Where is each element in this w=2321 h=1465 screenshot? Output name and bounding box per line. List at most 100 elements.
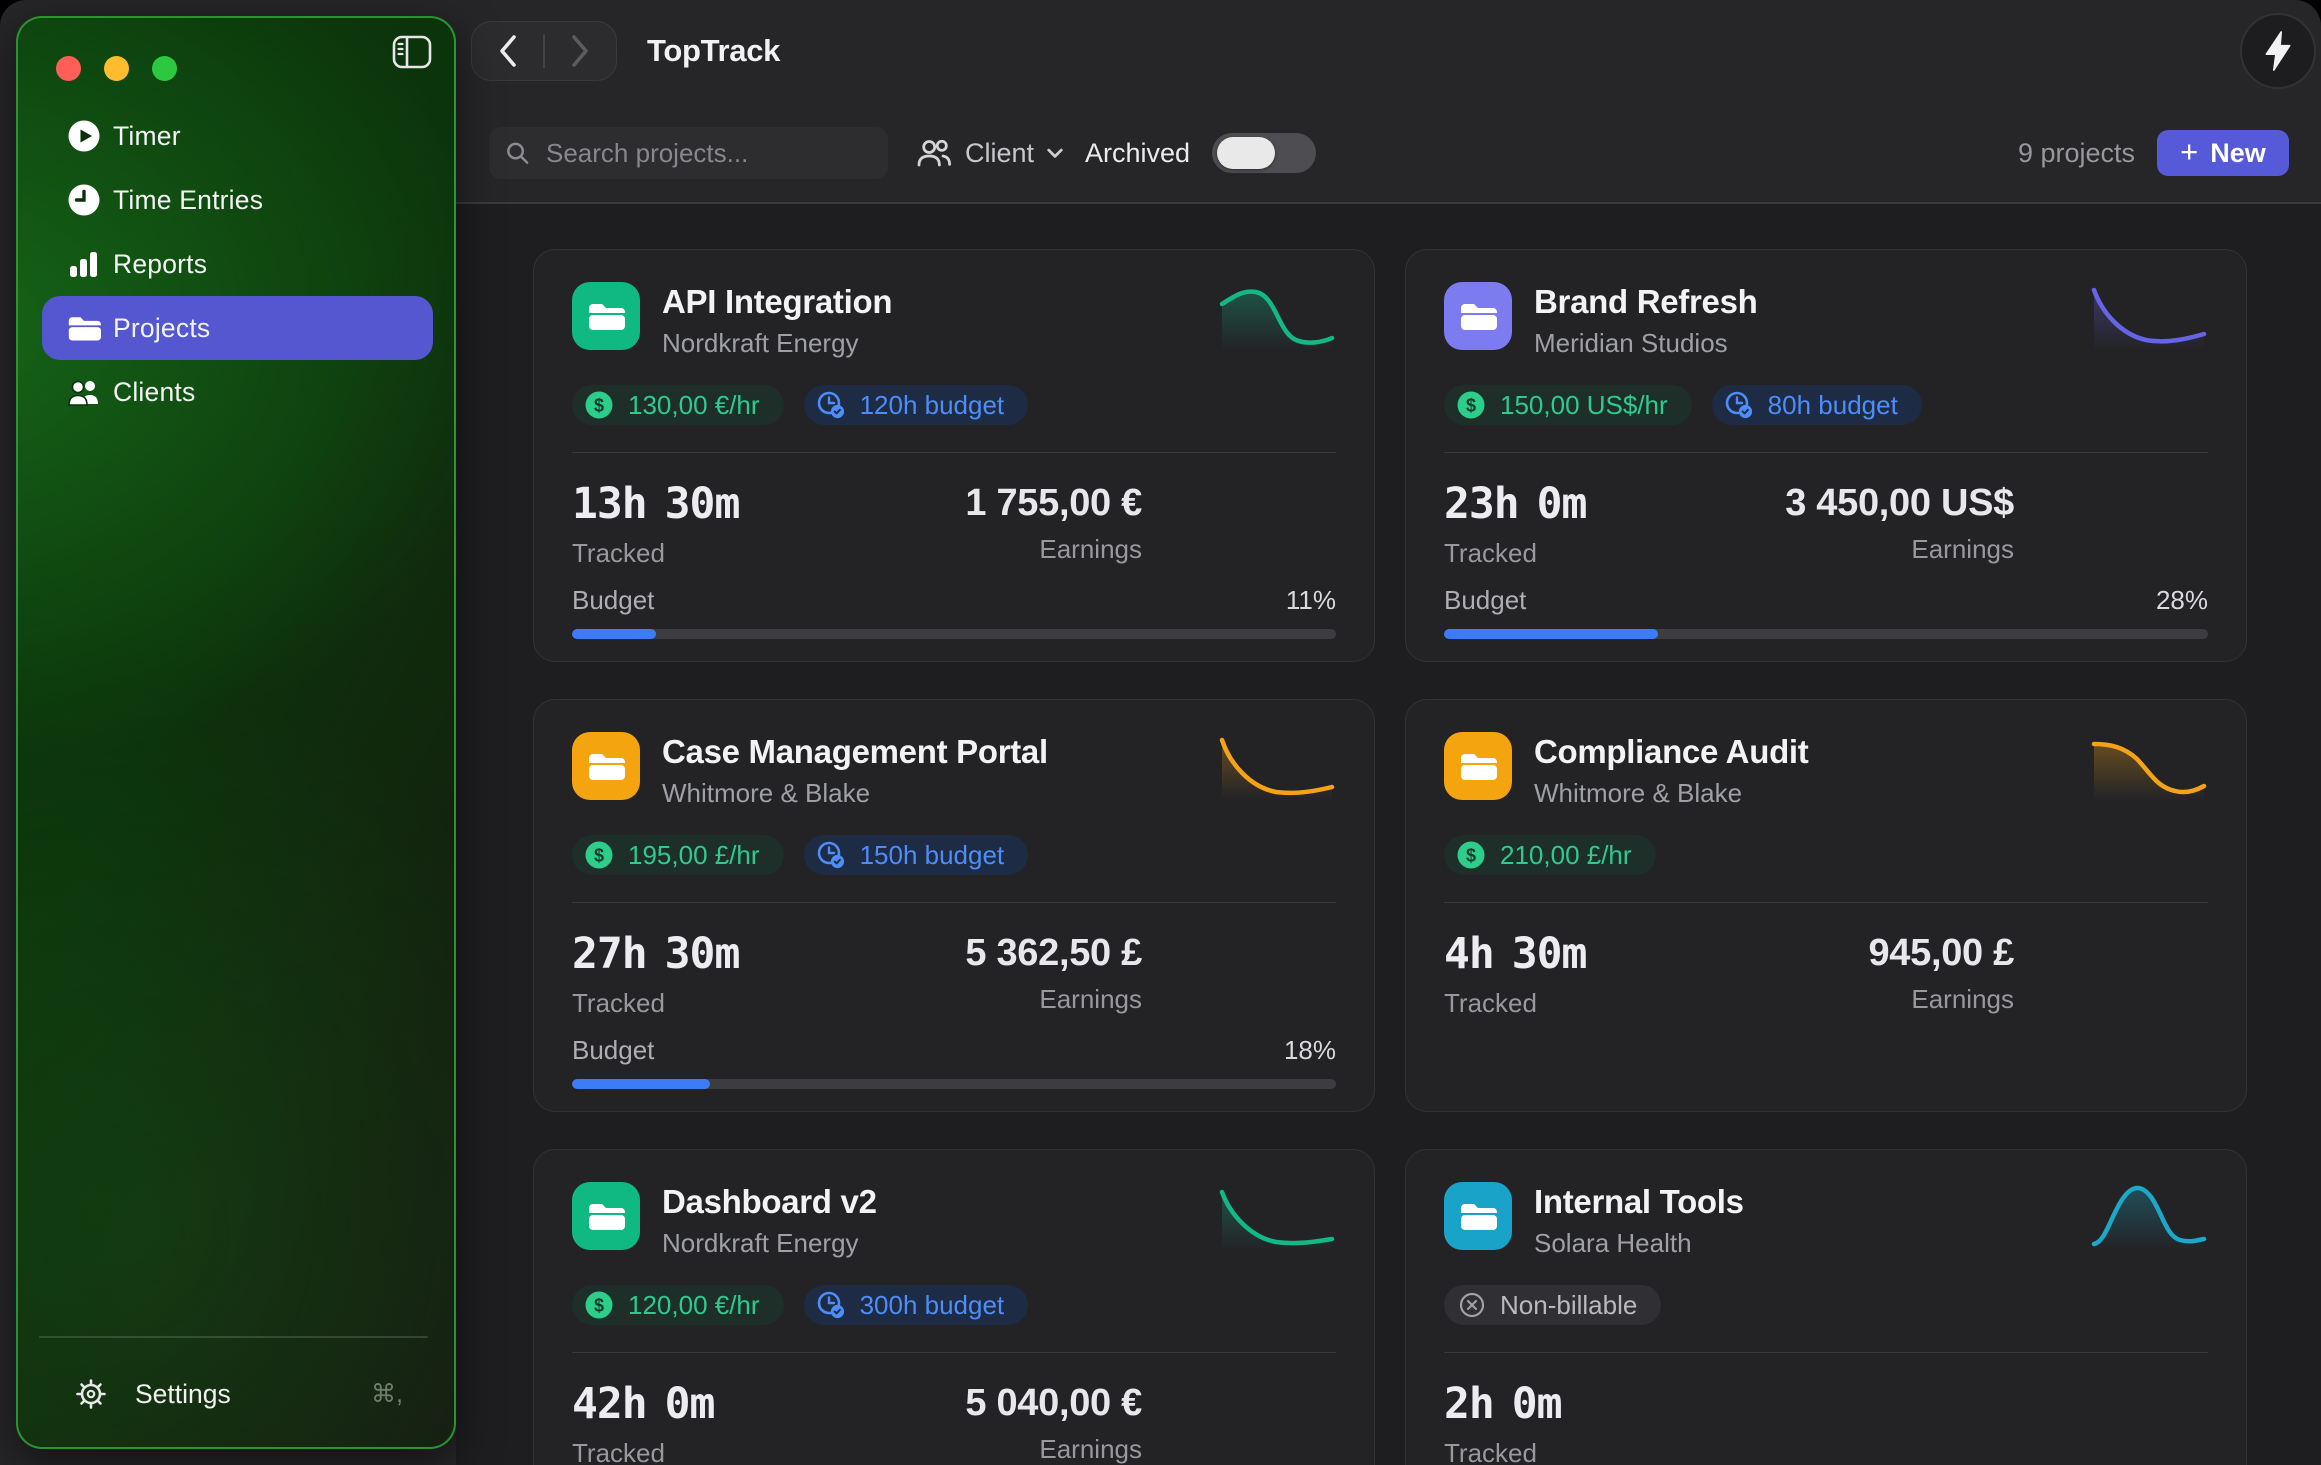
forward-button[interactable]: [545, 22, 616, 80]
project-sparkline: [1218, 732, 1336, 800]
tracked-hours: 4h: [1444, 929, 1494, 979]
lightning-icon: [2260, 29, 2296, 73]
sidebar-item-clients[interactable]: Clients: [42, 360, 433, 424]
budget-percent: 11%: [1286, 585, 1336, 616]
budget-badge: 300h budget: [804, 1285, 1029, 1325]
card-titles: API Integration Nordkraft Energy: [662, 282, 892, 359]
close-window-button[interactable]: [56, 56, 81, 81]
tracked-label: Tracked: [572, 538, 739, 569]
search-input[interactable]: [544, 137, 872, 170]
project-card[interactable]: Compliance Audit Whitmore & Blake $ 210,…: [1405, 699, 2247, 1112]
sidebar-toggle-button[interactable]: [392, 35, 432, 69]
zoom-window-button[interactable]: [152, 56, 177, 81]
play-icon: [67, 119, 101, 153]
client-filter[interactable]: Client: [916, 127, 1063, 179]
card-divider: [572, 902, 1336, 903]
budget-badge: 80h budget: [1712, 385, 1922, 425]
project-folder-icon: [1444, 732, 1512, 800]
back-button[interactable]: [472, 22, 543, 80]
sidebar-item-label: Timer: [113, 121, 181, 152]
budget-label: Budget: [572, 585, 654, 616]
budget-percent: 18%: [1284, 1035, 1336, 1066]
folder-glyph-icon: [1459, 750, 1497, 782]
rate-badge: $ 195,00 £/hr: [572, 835, 784, 875]
rate-badge-label: 130,00 €/hr: [628, 390, 760, 421]
sidebar-item-timer[interactable]: Timer: [42, 104, 433, 168]
minimize-window-button[interactable]: [104, 56, 129, 81]
earnings-stat: 1 755,00 € Earnings: [965, 479, 1142, 569]
sidebar-item-time-entries[interactable]: Time Entries: [42, 168, 433, 232]
project-sparkline: [1218, 282, 1336, 350]
sidebar-item-label: Time Entries: [113, 185, 263, 216]
folder-glyph-icon: [1459, 300, 1497, 332]
client-filter-label: Client: [965, 138, 1034, 169]
app-window: TopTrack Client Archived 9 projects + Ne…: [0, 0, 2321, 1465]
project-title: Case Management Portal: [662, 733, 1048, 771]
budget-badge-label: 80h budget: [1768, 390, 1898, 421]
earnings-value: 945,00 £: [1868, 932, 2014, 975]
tracked-stat: 2h 0m Tracked: [1444, 1379, 1562, 1465]
tracked-stat: 4h 30m Tracked: [1444, 929, 1586, 1019]
projects-count: 9 projects: [2018, 127, 2135, 179]
quick-action-button[interactable]: [2240, 13, 2316, 89]
budget-percent: 28%: [2156, 585, 2208, 616]
tracked-value: 4h 30m: [1444, 929, 1586, 979]
tracked-hours: 42h: [572, 1379, 647, 1429]
project-card[interactable]: Case Management Portal Whitmore & Blake …: [533, 699, 1375, 1112]
chevron-right-icon: [569, 34, 591, 68]
budget-label-row: Budget 28%: [1444, 585, 2208, 616]
card-titles: Dashboard v2 Nordkraft Energy: [662, 1182, 877, 1259]
project-folder-icon: [572, 282, 640, 350]
svg-text:$: $: [1466, 396, 1476, 416]
content-area: API Integration Nordkraft Energy $ 130,0…: [456, 202, 2321, 1465]
project-card[interactable]: Brand Refresh Meridian Studios $ 150,00 …: [1405, 249, 2247, 662]
project-sparkline: [2090, 1182, 2208, 1250]
project-sparkline: [2090, 282, 2208, 350]
tracked-stat: 42h 0m Tracked: [572, 1379, 714, 1465]
window-controls: [56, 56, 177, 81]
sidebar-item-reports[interactable]: Reports: [42, 232, 433, 296]
tracked-hours: 2h: [1444, 1379, 1494, 1429]
project-card[interactable]: Dashboard v2 Nordkraft Energy $ 120,00 €…: [533, 1149, 1375, 1465]
archived-toggle[interactable]: [1212, 133, 1316, 173]
tracked-value: 23h 0m: [1444, 479, 1586, 529]
project-title: Compliance Audit: [1534, 733, 1809, 771]
dollar-coin-icon: $: [584, 840, 614, 870]
plus-icon: +: [2180, 134, 2198, 170]
project-client: Nordkraft Energy: [662, 1228, 877, 1259]
tracked-label: Tracked: [572, 1438, 714, 1465]
tracked-hours: 13h: [572, 479, 647, 529]
card-divider: [572, 1352, 1336, 1353]
new-button-label: New: [2210, 138, 2266, 169]
card-header: Internal Tools Solara Health: [1444, 1182, 2208, 1259]
earnings-label: Earnings: [965, 984, 1142, 1015]
budget-label: Budget: [1444, 585, 1526, 616]
earnings-label: Earnings: [965, 534, 1142, 565]
project-client: Meridian Studios: [1534, 328, 1758, 359]
project-folder-icon: [572, 1182, 640, 1250]
new-project-button[interactable]: + New: [2157, 130, 2289, 176]
project-card[interactable]: Internal Tools Solara Health Non-billa: [1405, 1149, 2247, 1465]
sidebar-item-projects[interactable]: Projects: [42, 296, 433, 360]
sidebar-item-label: Projects: [113, 313, 210, 344]
card-header: Case Management Portal Whitmore & Blake: [572, 732, 1336, 809]
budget-progress-track: [572, 1079, 1336, 1089]
history-nav: [471, 21, 617, 81]
sidebar-icon: [392, 35, 432, 69]
budget-section: Budget 28%: [1444, 585, 2208, 639]
rate-badge: $ 210,00 £/hr: [1444, 835, 1656, 875]
archived-filter: Archived: [1085, 127, 1316, 179]
budget-badge-label: 150h budget: [860, 840, 1005, 871]
rate-badge: $ 120,00 €/hr: [572, 1285, 784, 1325]
tracked-minutes: 0m: [1512, 1379, 1562, 1429]
svg-text:$: $: [594, 396, 604, 416]
project-client: Solara Health: [1534, 1228, 1744, 1259]
stats-row: 4h 30m Tracked 945,00 £ Earnings: [1444, 929, 2208, 1019]
sidebar-item-settings[interactable]: Settings ⌘,: [42, 1362, 433, 1426]
project-card[interactable]: API Integration Nordkraft Energy $ 130,0…: [533, 249, 1375, 662]
project-title: Internal Tools: [1534, 1183, 1744, 1221]
tracked-value: 2h 0m: [1444, 1379, 1562, 1429]
sidebar-nav: Timer Time Entries Reports Projects: [42, 104, 433, 424]
card-header: API Integration Nordkraft Energy: [572, 282, 1336, 359]
tracked-label: Tracked: [1444, 988, 1586, 1019]
